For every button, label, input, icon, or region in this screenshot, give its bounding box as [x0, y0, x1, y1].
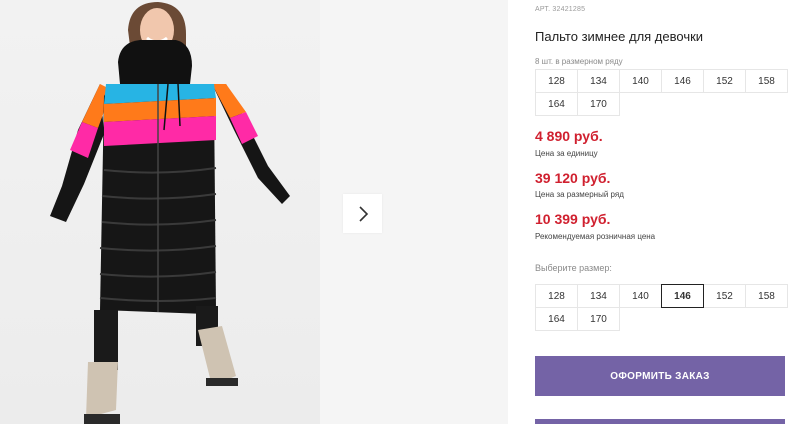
size-option[interactable]: 158: [745, 284, 788, 308]
chevron-right-icon: [358, 205, 368, 222]
next-image-button[interactable]: [343, 194, 382, 233]
pack-size-label: 8 шт. в размерном ряду: [535, 57, 623, 66]
size-option[interactable]: 128: [535, 284, 578, 308]
order-button[interactable]: ОФОРМИТЬ ЗАКАЗ: [535, 356, 785, 396]
product-sku: АРТ. 32421285: [535, 6, 586, 13]
size-option[interactable]: 152: [703, 284, 746, 308]
size-selector: 128 134 140 146 152 158 164 170: [535, 284, 788, 331]
size-option[interactable]: 140: [619, 284, 662, 308]
pack-size-cell: 140: [619, 69, 662, 93]
product-gallery: [0, 0, 508, 424]
pack-price-caption: Цена за размерный ряд: [535, 190, 624, 199]
pack-size-cell: 158: [745, 69, 788, 93]
pack-size-cell: 170: [577, 92, 620, 116]
product-details: АРТ. 32421285 Пальто зимнее для девочки …: [535, 0, 800, 424]
product-photo-illustration: [50, 2, 290, 424]
pack-size-cell: 134: [577, 69, 620, 93]
pack-size-grid: 128 134 140 146 152 158 164 170: [535, 69, 788, 116]
unit-price-caption: Цена за единицу: [535, 149, 598, 158]
choose-size-label: Выберите размер:: [535, 263, 612, 273]
product-title: Пальто зимнее для девочки: [535, 29, 704, 44]
size-option[interactable]: 134: [577, 284, 620, 308]
retail-price: 10 399 руб.: [535, 211, 611, 227]
size-option[interactable]: 164: [535, 307, 578, 331]
secondary-button[interactable]: [535, 419, 785, 424]
size-option[interactable]: 170: [577, 307, 620, 331]
size-option-selected[interactable]: 146: [661, 284, 704, 308]
pack-size-cell: 128: [535, 69, 578, 93]
retail-price-caption: Рекомендуемая розничная цена: [535, 232, 656, 241]
pack-price: 39 120 руб.: [535, 170, 611, 186]
unit-price: 4 890 руб.: [535, 128, 603, 144]
pack-size-cell: 152: [703, 69, 746, 93]
pack-size-cell: 164: [535, 92, 578, 116]
product-page: АРТ. 32421285 Пальто зимнее для девочки …: [0, 0, 800, 424]
pack-size-cell: 146: [661, 69, 704, 93]
product-photo: [0, 0, 320, 424]
